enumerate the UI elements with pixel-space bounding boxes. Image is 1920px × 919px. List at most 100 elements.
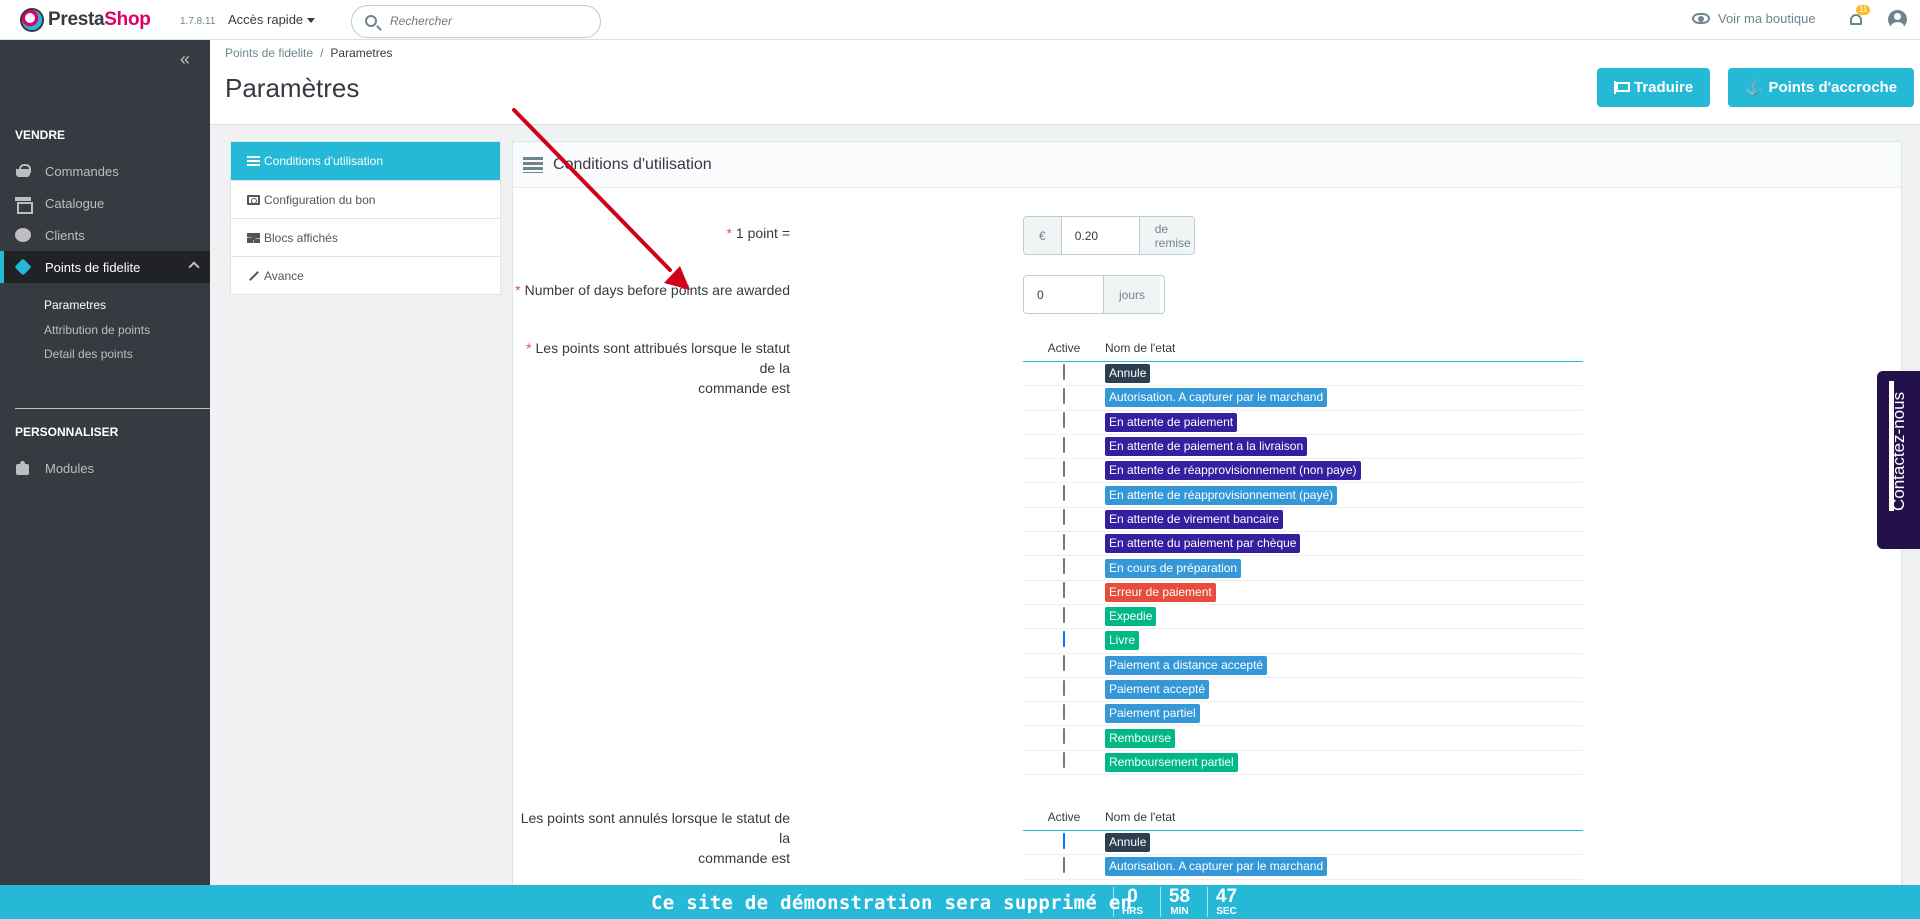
search-input[interactable]	[390, 14, 590, 28]
table-row: En attente de paiement	[1023, 411, 1583, 435]
store-icon	[15, 196, 33, 214]
breadcrumb-current: Parametres	[330, 46, 393, 60]
state-checkbox[interactable]	[1063, 460, 1065, 477]
state-checkbox[interactable]	[1063, 533, 1065, 550]
pencil-icon	[1889, 381, 1894, 511]
table-row: Paiement a distance accepté	[1023, 654, 1583, 678]
active-cell	[1023, 679, 1105, 697]
state-checkbox[interactable]	[1063, 752, 1065, 769]
magic-wand-icon	[247, 271, 260, 281]
eye-icon	[1692, 13, 1710, 24]
active-cell	[1023, 832, 1105, 850]
state-checkbox[interactable]	[1063, 582, 1065, 599]
state-badge: Rembourse	[1105, 728, 1176, 748]
notifications-button[interactable]: 11	[1849, 5, 1871, 26]
table-row: En attente du paiement par chèque	[1023, 532, 1583, 557]
active-cell	[1023, 485, 1105, 502]
page-header: Points de fidelite / Parametres Paramètres…	[210, 40, 1920, 125]
active-cell	[1023, 533, 1105, 551]
sidebar-item-modules[interactable]: Modules	[0, 452, 210, 484]
tag-icon	[15, 260, 31, 274]
column-state-name: Nom de l'etat	[1105, 810, 1176, 824]
sidebar-subitem-parameters[interactable]: Parametres	[44, 298, 106, 312]
prestashop-logo[interactable]: PrestaShop	[20, 8, 151, 32]
prestashop-logo-icon	[20, 8, 44, 32]
state-badge: Paiement accepté	[1105, 680, 1210, 699]
active-cell	[1023, 412, 1105, 429]
point-value-group: € de remise	[1023, 216, 1195, 255]
state-badge: Paiement a distance accepté	[1105, 655, 1268, 675]
table-row: Expedie	[1023, 605, 1583, 630]
table-row: En attente de paiement a la livraison	[1023, 435, 1583, 460]
days-input[interactable]	[1024, 276, 1104, 313]
state-checkbox[interactable]	[1063, 728, 1065, 745]
state-checkbox[interactable]	[1063, 703, 1065, 720]
sidebar-item-customers[interactable]: Clients	[0, 219, 210, 251]
list-icon	[247, 156, 260, 166]
table-header: Active Nom de l'etat	[1023, 335, 1583, 362]
view-shop-link[interactable]: Voir ma boutique	[1692, 11, 1816, 26]
state-badge: Autorisation. A capturer par le marchand	[1105, 388, 1328, 408]
sidebar-item-catalog[interactable]: Catalogue	[0, 187, 210, 219]
state-badge: En attente de virement bancaire	[1105, 509, 1284, 529]
section-title-customize: PERSONNALISER	[15, 425, 119, 439]
state-badge: En cours de préparation	[1105, 558, 1242, 578]
translate-button[interactable]: Traduire	[1597, 68, 1711, 107]
money-icon	[247, 194, 260, 205]
table-row: Remboursement partiel	[1023, 751, 1583, 776]
state-badge: En attente de réapprovisionnement (payé)	[1105, 485, 1338, 505]
days-group: jours	[1023, 275, 1165, 314]
panel-title: Conditions d'utilisation	[553, 155, 712, 173]
version-label: 1.7.8.11	[180, 16, 216, 27]
point-value-input[interactable]	[1060, 217, 1140, 254]
sidebar-subitem-points-detail[interactable]: Detail des points	[44, 347, 133, 361]
table-row: Autorisation. A capturer par le marchand	[1023, 386, 1583, 411]
cancelled-status-label: Les points sont annulés lorsque le statu…	[520, 810, 790, 866]
quick-access-dropdown[interactable]: Accès rapide	[228, 12, 316, 27]
active-cell	[1023, 752, 1105, 769]
state-checkbox[interactable]	[1063, 655, 1065, 672]
state-checkbox[interactable]	[1063, 606, 1065, 623]
puzzle-icon	[15, 461, 31, 475]
state-checkbox[interactable]	[1063, 363, 1065, 380]
tab-advanced[interactable]: Avance	[231, 256, 500, 294]
state-checkbox[interactable]	[1063, 387, 1065, 404]
awarded-states-table: Active Nom de l'etat Annule Autorisation.…	[1023, 335, 1583, 776]
caret-down-icon	[307, 18, 316, 24]
state-checkbox[interactable]	[1063, 412, 1065, 429]
hooks-button[interactable]: ⚓ Points d'accroche	[1728, 68, 1915, 107]
tab-label: Avance	[264, 268, 304, 283]
breadcrumb-parent-link[interactable]: Points de fidelite	[225, 46, 313, 60]
countdown-hours: 0 HRS	[1113, 887, 1151, 917]
state-checkbox[interactable]	[1063, 856, 1065, 873]
state-checkbox[interactable]	[1063, 509, 1065, 526]
brand-name-part2: Shop	[104, 9, 151, 30]
conditions-panel: Conditions d'utilisation *1 point = € de…	[512, 141, 1902, 919]
tab-displayed-blocks[interactable]: Blocs affichés	[231, 218, 500, 256]
active-cell	[1023, 703, 1105, 721]
sidebar-item-orders[interactable]: Commandes	[0, 155, 210, 187]
account-icon[interactable]	[1888, 10, 1907, 29]
days-suffix: jours	[1104, 276, 1161, 313]
table-row: Annule	[1023, 831, 1583, 856]
state-checkbox[interactable]	[1063, 679, 1065, 696]
sidebar-subitem-points-attribution[interactable]: Attribution de points	[44, 323, 150, 337]
state-checkbox[interactable]	[1063, 558, 1065, 575]
state-checkbox[interactable]	[1063, 485, 1065, 502]
state-checkbox[interactable]	[1063, 832, 1065, 849]
table-row: Annule	[1023, 362, 1583, 387]
search-box[interactable]	[351, 5, 601, 38]
active-cell	[1023, 558, 1105, 575]
tab-voucher-config[interactable]: Configuration du bon	[231, 180, 500, 218]
tab-conditions[interactable]: Conditions d'utilisation	[231, 142, 500, 180]
collapse-sidebar-icon[interactable]: «	[180, 50, 190, 68]
contact-us-tab[interactable]: Contactez-nous	[1877, 371, 1920, 549]
active-cell	[1023, 728, 1105, 745]
cancelled-states-table: Active Nom de l'etat Annule Autorisation.…	[1023, 804, 1583, 880]
state-checkbox[interactable]	[1063, 436, 1065, 453]
state-checkbox[interactable]	[1063, 630, 1065, 647]
point-value-label: * 1 point =	[726, 225, 790, 241]
active-cell	[1023, 856, 1105, 874]
table-row: Paiement partiel	[1023, 702, 1583, 727]
sidebar-item-loyalty[interactable]: Points de fidelite	[0, 251, 210, 283]
